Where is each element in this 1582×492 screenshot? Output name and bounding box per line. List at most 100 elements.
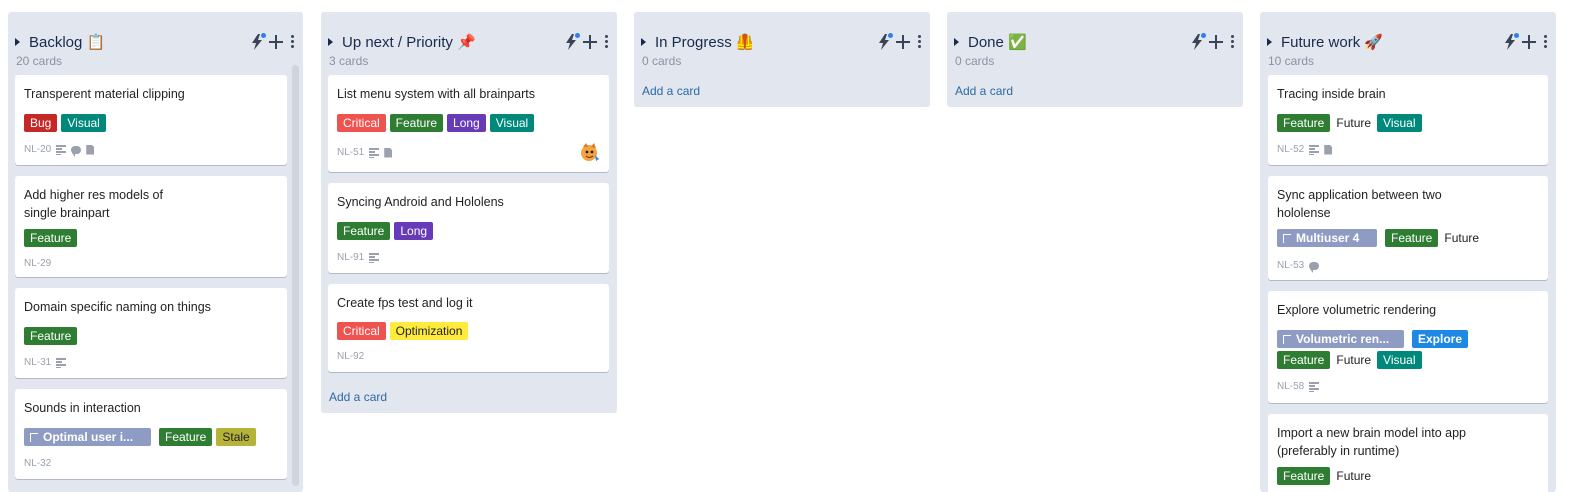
column-up-next: Up next / Priority 📌 3 cards List menu s… <box>321 12 617 413</box>
flag-icon <box>1283 234 1291 243</box>
label-feature: Feature <box>24 229 78 247</box>
column-header: Done ✅ 0 cards <box>947 12 1243 70</box>
speech-bubble-icon <box>71 145 82 157</box>
speech-bubble-icon <box>1309 261 1320 273</box>
label-feature: Feature <box>24 327 78 345</box>
label-future: Future <box>1444 231 1480 245</box>
label-optimization: Optimization <box>389 322 469 340</box>
label-visual: Visual <box>1377 114 1422 132</box>
card-id: NL-29 <box>24 258 52 269</box>
description-lines-icon <box>369 148 380 158</box>
card-count: 0 cards <box>642 54 682 68</box>
card[interactable]: Tracing inside brain Feature Future Visu… <box>1268 75 1548 165</box>
description-lines-icon <box>56 358 67 368</box>
kebab-menu-icon[interactable] <box>1229 35 1235 49</box>
description-lines-icon <box>56 145 67 155</box>
label-future: Future <box>1336 116 1372 130</box>
lightning-bolt-icon[interactable] <box>251 33 266 50</box>
column-title[interactable]: Future work 🚀 <box>1281 33 1383 51</box>
card-id: NL-91 <box>337 252 365 263</box>
scrollbar[interactable] <box>292 65 299 486</box>
card[interactable]: Domain specific naming on things Feature… <box>15 288 287 378</box>
column-title[interactable]: Up next / Priority 📌 <box>342 33 476 51</box>
column-backlog: Backlog 📋 20 cards Transperent material … <box>8 12 303 492</box>
label-long: Long <box>394 222 434 240</box>
label-visual: Visual <box>61 114 106 132</box>
card[interactable]: Syncing Android and Hololens Feature Lon… <box>328 183 609 273</box>
column-header: Future work 🚀 10 cards <box>1260 12 1556 70</box>
card-count: 3 cards <box>329 54 369 68</box>
description-lines-icon <box>1309 145 1320 155</box>
card[interactable]: Sounds in interaction Optimal user i... … <box>15 389 287 479</box>
label-explore: Explore <box>1412 330 1469 348</box>
plus-icon[interactable] <box>896 35 910 49</box>
collapse-caret-icon[interactable] <box>15 38 20 46</box>
label-bug: Bug <box>24 114 58 132</box>
column-header: Up next / Priority 📌 3 cards <box>321 12 617 70</box>
avatar[interactable] <box>578 141 600 163</box>
label-feature: Feature <box>1277 114 1331 132</box>
label-feature: Feature <box>337 222 391 240</box>
lightning-bolt-icon[interactable] <box>565 33 580 50</box>
card-title: Tracing inside brain <box>1277 87 1386 101</box>
card[interactable]: List menu system with all brainparts Cri… <box>328 75 609 172</box>
column-in-progress: In Progress 🦺 0 cards Add a card <box>634 12 930 107</box>
card-id: NL-31 <box>24 357 52 368</box>
card-count: 0 cards <box>955 54 995 68</box>
column-title[interactable]: In Progress 🦺 <box>655 33 755 51</box>
label-epic: Volumetric ren... <box>1277 330 1404 348</box>
card[interactable]: Sync application between two hololense M… <box>1268 176 1548 280</box>
add-card-link[interactable]: Add a card <box>955 84 1013 98</box>
card-count: 20 cards <box>16 54 63 68</box>
card-id: NL-53 <box>1277 260 1305 271</box>
lightning-bolt-icon[interactable] <box>1191 33 1206 50</box>
card[interactable]: Create fps test and log it Critical Opti… <box>328 284 609 372</box>
column-header: Backlog 📋 20 cards <box>8 12 303 70</box>
card[interactable]: Import a new brain model into app (prefe… <box>1268 414 1548 492</box>
card-title: Syncing Android and Hololens <box>337 195 504 209</box>
card-title: Sync application between two hololense <box>1277 188 1442 220</box>
card[interactable]: Transperent material clipping Bug Visual… <box>15 75 287 165</box>
card-title: Transperent material clipping <box>24 87 185 101</box>
card-title: Import a new brain model into app (prefe… <box>1277 426 1466 458</box>
card-id: NL-52 <box>1277 144 1305 155</box>
card[interactable]: Explore volumetric rendering Volumetric … <box>1268 291 1548 403</box>
plus-icon[interactable] <box>583 35 597 49</box>
collapse-caret-icon[interactable] <box>954 38 959 46</box>
card-title: Create fps test and log it <box>337 296 473 310</box>
card[interactable]: Add higher res models of single brainpar… <box>15 176 287 277</box>
description-lines-icon <box>1309 382 1320 392</box>
label-future: Future <box>1336 469 1372 483</box>
lightning-bolt-icon[interactable] <box>1504 33 1519 50</box>
label-epic: Optimal user i... <box>24 428 151 446</box>
card-id: NL-58 <box>1277 381 1305 392</box>
kebab-menu-icon[interactable] <box>916 35 922 49</box>
label-long: Long <box>447 114 486 132</box>
kebab-menu-icon[interactable] <box>289 35 295 49</box>
label-critical: Critical <box>337 322 386 340</box>
description-lines-icon <box>369 253 380 263</box>
flag-icon <box>1283 335 1291 344</box>
label-feature: Feature <box>1277 467 1331 485</box>
column-title[interactable]: Backlog 📋 <box>29 33 105 51</box>
file-icon <box>86 144 95 155</box>
label-stale: Stale <box>216 428 256 446</box>
column-done: Done ✅ 0 cards Add a card <box>947 12 1243 107</box>
collapse-caret-icon[interactable] <box>1267 38 1272 46</box>
lightning-bolt-icon[interactable] <box>878 33 893 50</box>
card-title: Domain specific naming on things <box>24 300 211 314</box>
plus-icon[interactable] <box>1522 35 1536 49</box>
collapse-caret-icon[interactable] <box>328 38 333 46</box>
label-critical: Critical <box>337 114 386 132</box>
kebab-menu-icon[interactable] <box>1542 35 1548 49</box>
label-epic-text: Optimal user i... <box>43 430 134 444</box>
card-id: NL-92 <box>337 351 365 362</box>
column-header: In Progress 🦺 0 cards <box>634 12 930 70</box>
add-card-link[interactable]: Add a card <box>329 390 387 404</box>
add-card-link[interactable]: Add a card <box>642 84 700 98</box>
plus-icon[interactable] <box>1209 35 1223 49</box>
collapse-caret-icon[interactable] <box>641 38 646 46</box>
column-title[interactable]: Done ✅ <box>968 33 1027 51</box>
plus-icon[interactable] <box>269 35 283 49</box>
kebab-menu-icon[interactable] <box>603 35 609 49</box>
